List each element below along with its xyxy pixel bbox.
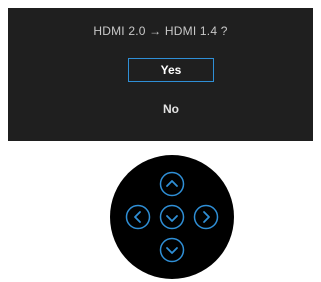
down-button[interactable] [159, 237, 185, 263]
chevron-left-icon [125, 204, 151, 230]
chevron-right-icon [193, 204, 219, 230]
chevron-up-icon [159, 171, 185, 197]
right-button[interactable] [193, 204, 219, 230]
dialog-prompt: HDMI 2.0 → HDMI 1.4 ? [93, 24, 228, 38]
chevron-down-icon [159, 237, 185, 263]
check-icon [159, 204, 185, 230]
joystick-navigator [110, 155, 234, 279]
up-button[interactable] [159, 171, 185, 197]
osd-dialog: HDMI 2.0 → HDMI 1.4 ? Yes No [8, 8, 313, 141]
no-option[interactable]: No [128, 99, 214, 119]
left-button[interactable] [125, 204, 151, 230]
confirm-button[interactable] [159, 204, 185, 230]
yes-option[interactable]: Yes [128, 58, 214, 82]
